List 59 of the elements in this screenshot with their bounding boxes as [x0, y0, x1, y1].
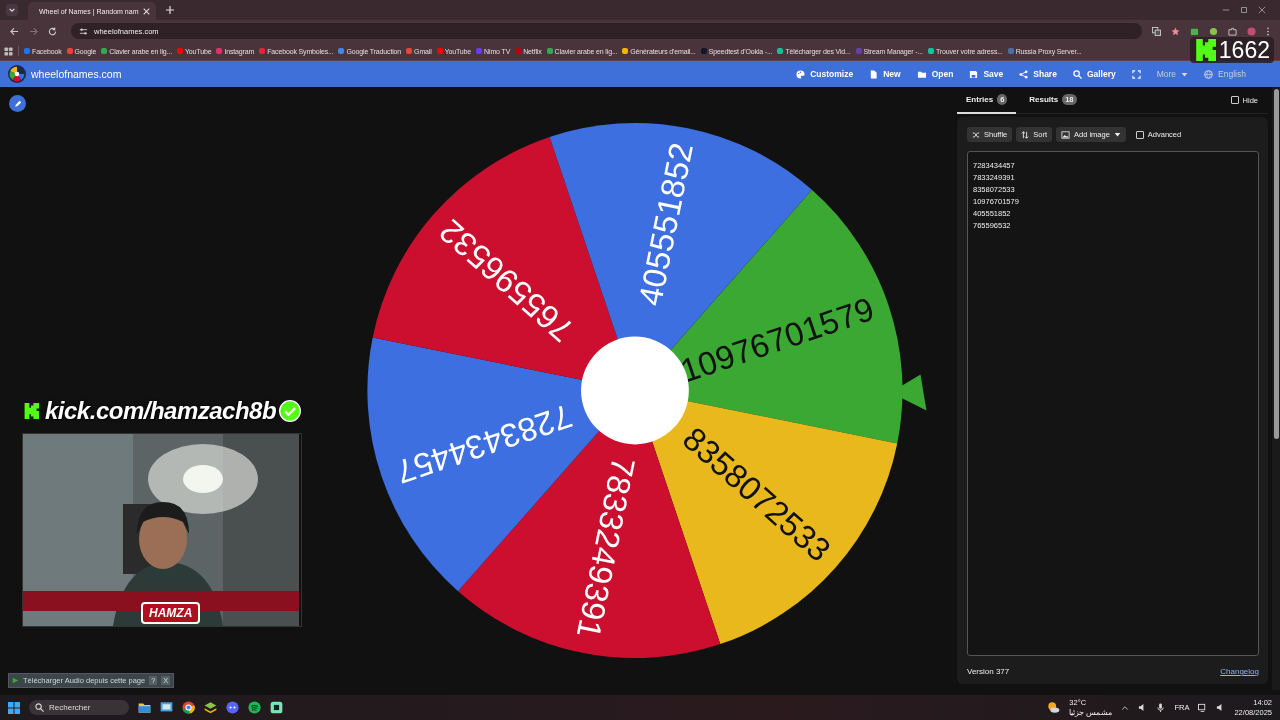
caret-icon [1113, 131, 1121, 138]
monitor-icon[interactable] [160, 701, 173, 714]
app-icon[interactable] [270, 701, 283, 714]
fullscreen-icon [1131, 69, 1141, 79]
start-icon[interactable] [8, 701, 20, 714]
reload-icon[interactable] [48, 26, 57, 36]
apps-icon[interactable] [4, 46, 13, 56]
chrome-icon[interactable] [182, 701, 195, 714]
spotify-icon[interactable] [248, 701, 261, 714]
site-title[interactable]: wheelofnames.com [31, 68, 122, 80]
verified-icon [279, 400, 302, 422]
share-icon [1019, 69, 1029, 79]
folder-icon[interactable] [138, 701, 151, 714]
chevron-up-icon[interactable] [1121, 703, 1130, 712]
pencil-icon [13, 99, 22, 108]
play-icon [12, 677, 19, 684]
translate-icon[interactable] [1152, 26, 1161, 36]
folder-icon [916, 69, 927, 79]
channel-name: kick.com/hamzach8b [45, 397, 277, 425]
back-icon[interactable] [10, 26, 19, 36]
menu-icon[interactable] [1266, 26, 1270, 36]
search-icon [1072, 69, 1082, 79]
caret-icon [1181, 70, 1189, 78]
site-settings-icon [79, 26, 88, 36]
logo-icon [1193, 39, 1216, 61]
version-label: Version 377 [967, 667, 1010, 676]
close-icon[interactable] [1258, 6, 1266, 14]
menu-button[interactable]: Gallery [1066, 66, 1122, 82]
search-field[interactable]: Rechercher [29, 700, 129, 715]
network-icon[interactable] [1198, 703, 1208, 712]
edit-button[interactable] [9, 95, 26, 112]
weather-icon[interactable] [1047, 701, 1061, 714]
microphone-icon[interactable] [1156, 703, 1166, 712]
shuffle-icon [972, 130, 980, 139]
wheel-logo-icon [8, 65, 26, 83]
viewer-count: 1662 [1218, 38, 1270, 62]
streamer-badge: HAMZA [141, 602, 201, 624]
menu-button[interactable]: Customize [790, 66, 860, 82]
image-icon [1061, 130, 1070, 139]
menu-button[interactable]: Open [910, 66, 960, 82]
globe-icon [1204, 69, 1214, 79]
puzzle-icon[interactable] [1228, 26, 1237, 36]
forward-icon[interactable] [29, 26, 38, 36]
save-icon [969, 69, 979, 79]
tab-search-icon[interactable] [6, 4, 18, 16]
layers-icon[interactable] [204, 701, 217, 714]
discord-icon[interactable] [226, 701, 239, 714]
sort-icon [1021, 130, 1030, 139]
star-icon[interactable] [1171, 26, 1180, 36]
file-icon [869, 69, 879, 79]
scrollbar[interactable] [1272, 87, 1280, 690]
menu-button[interactable]: New [863, 66, 907, 82]
palette-icon [796, 69, 806, 79]
menu-button[interactable]: Save [963, 66, 1010, 82]
changelog-link[interactable]: Changelog [1220, 667, 1259, 676]
profile-icon[interactable] [1247, 26, 1256, 36]
restore-icon[interactable] [1240, 6, 1248, 14]
plus-icon[interactable] [166, 6, 174, 14]
menu-button[interactable]: Share [1013, 66, 1063, 82]
